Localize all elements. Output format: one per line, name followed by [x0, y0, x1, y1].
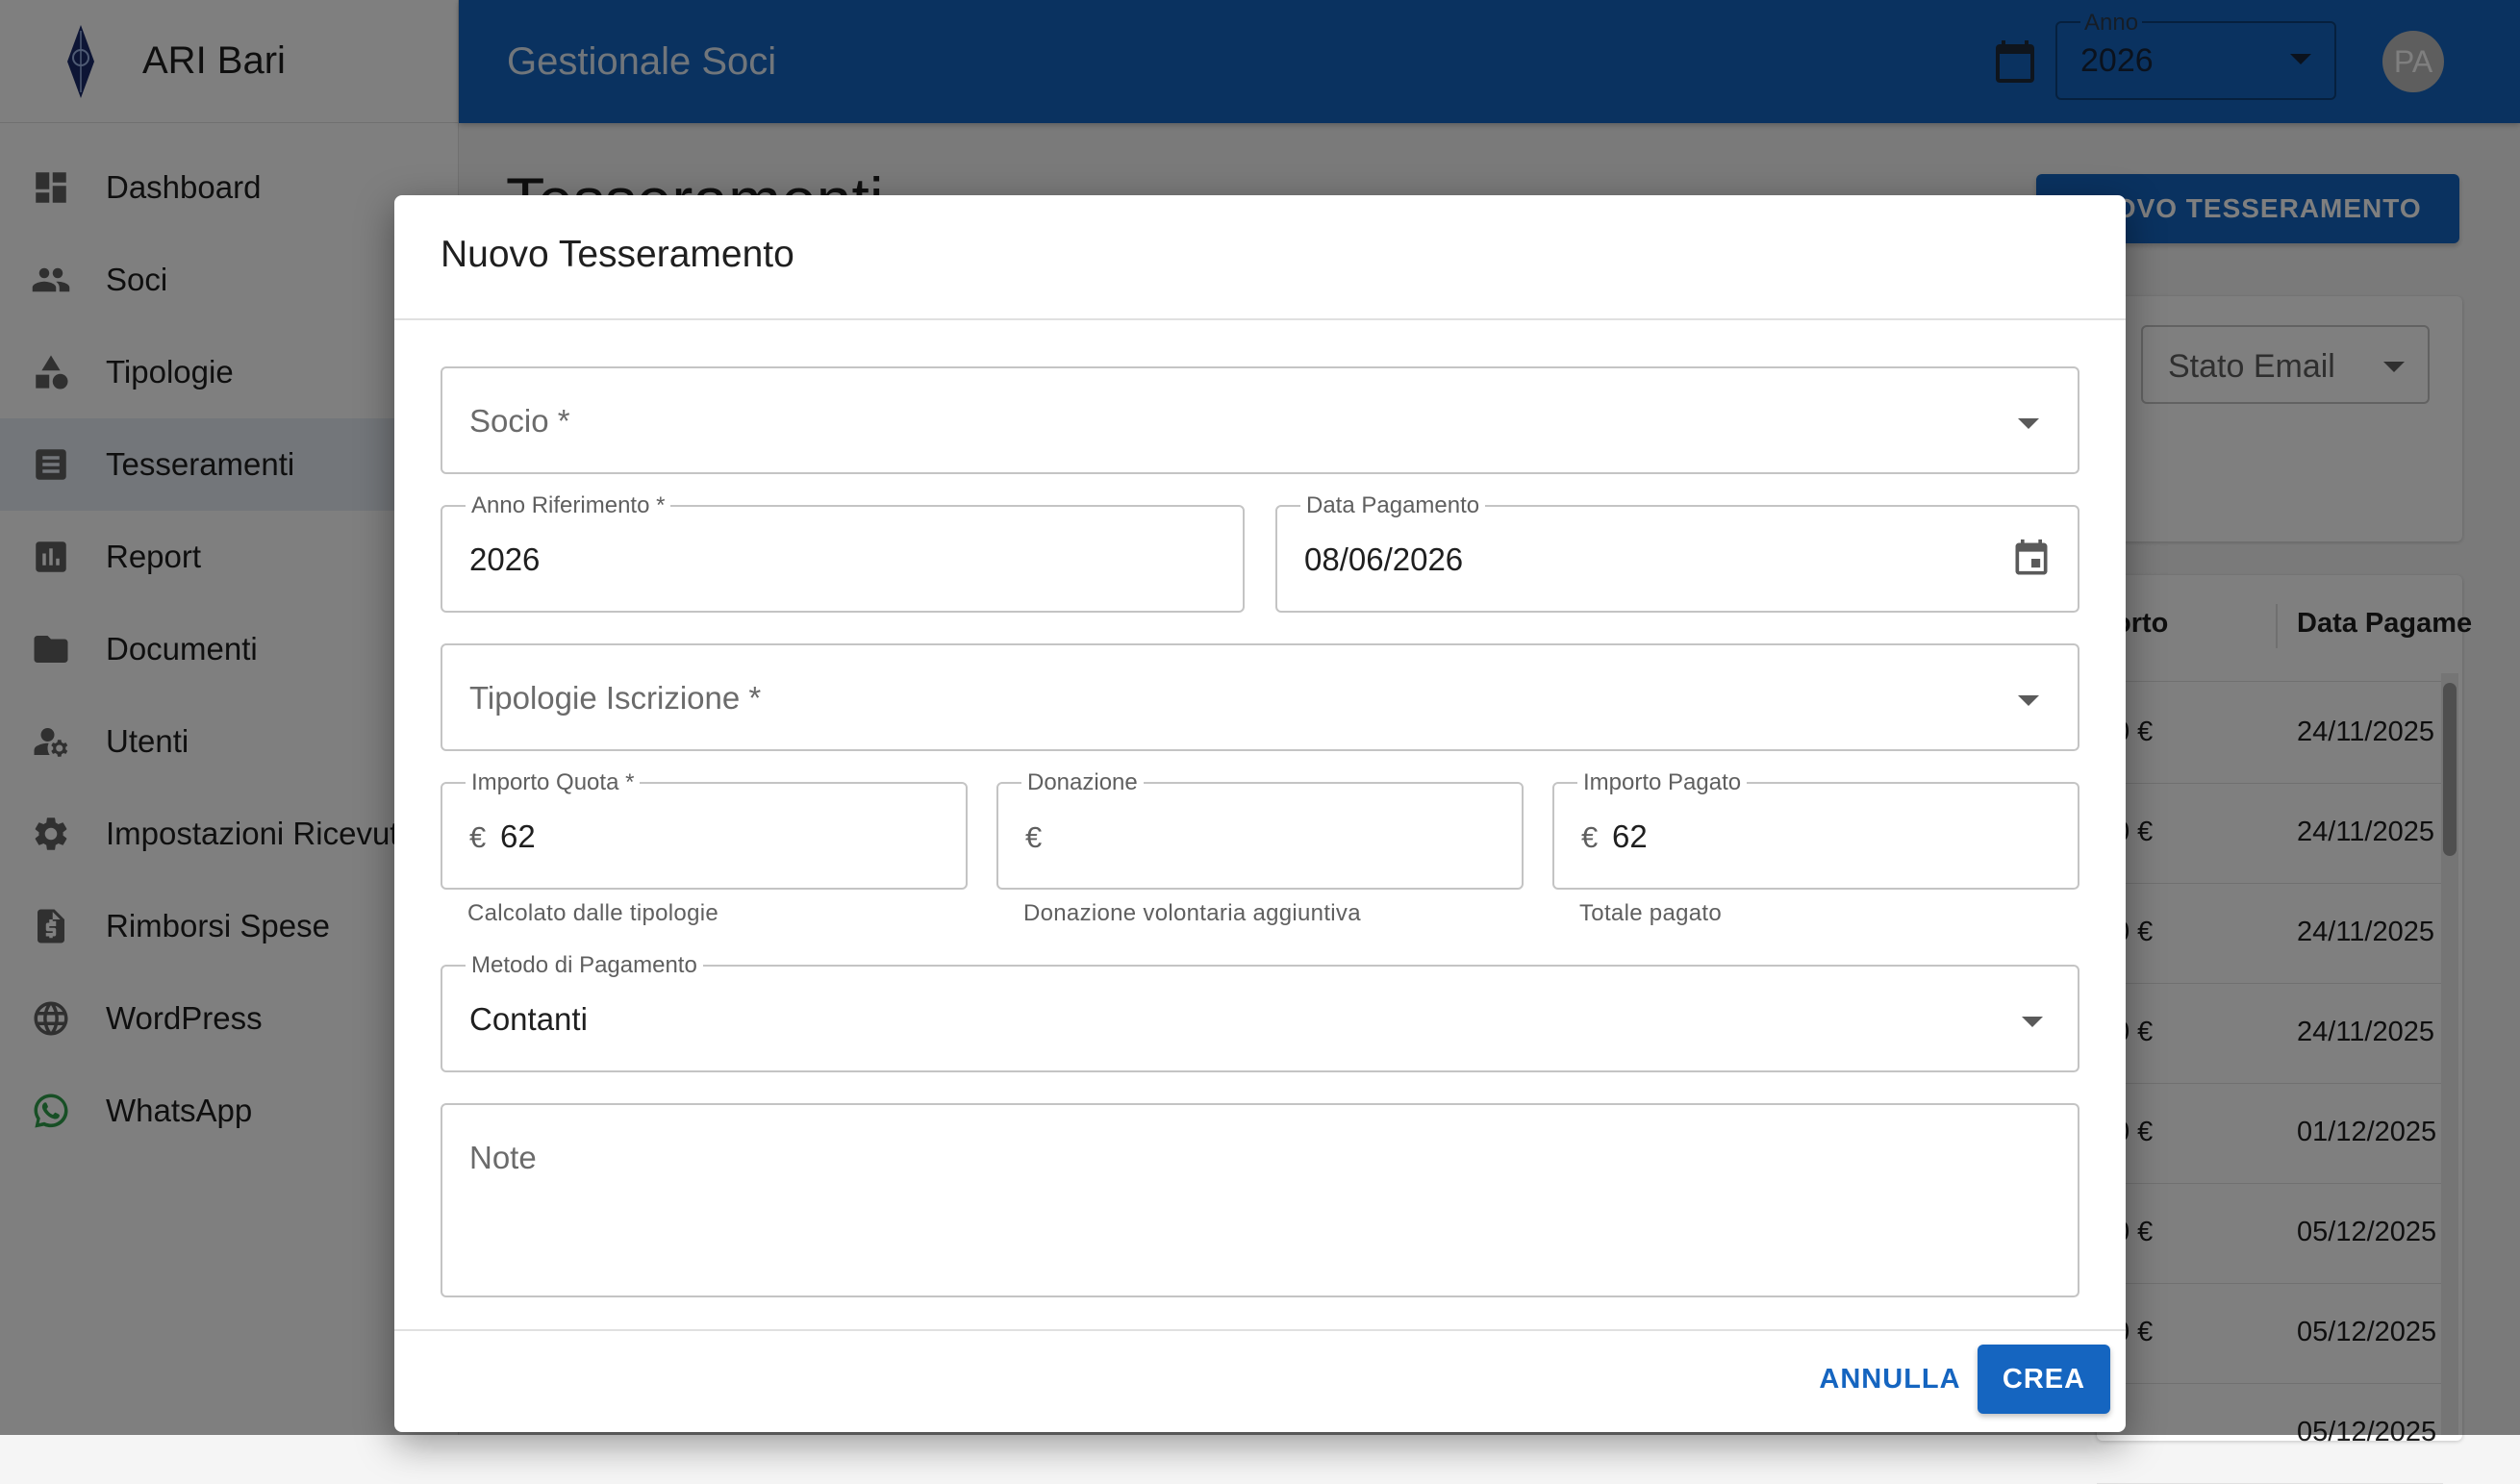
importo-pagato-field[interactable]: Importo Pagato € 62: [1552, 769, 2079, 890]
importo-pagato-helper: Totale pagato: [1579, 900, 1723, 926]
chevron-down-icon: [2018, 418, 2039, 429]
socio-select[interactable]: Socio *: [441, 366, 2079, 474]
metodo-pagamento-label: Metodo di Pagamento: [466, 952, 703, 979]
chevron-down-icon: [2018, 695, 2039, 706]
dialog-footer-divider: [394, 1329, 2126, 1331]
euro-adornment: €: [1025, 820, 1043, 854]
anno-riferimento-field[interactable]: Anno Riferimento * 2026: [441, 492, 1245, 613]
new-tesseramento-dialog: Nuovo Tesseramento Socio * Anno Riferime…: [394, 195, 2126, 1432]
tipologie-iscrizione-placeholder: Tipologie Iscrizione *: [469, 680, 762, 716]
donazione-helper: Donazione volontaria aggiuntiva: [1023, 900, 1361, 926]
metodo-pagamento-value: Contanti: [469, 1001, 588, 1037]
importo-pagato-value: 62: [1612, 818, 1648, 854]
importo-quota-label: Importo Quota *: [466, 769, 641, 796]
dialog-header-divider: [394, 318, 2126, 320]
note-textarea[interactable]: Note: [441, 1103, 2079, 1297]
anno-riferimento-label: Anno Riferimento *: [466, 492, 671, 519]
metodo-pagamento-select[interactable]: Metodo di Pagamento Contanti: [441, 952, 2079, 1072]
cancel-button[interactable]: ANNULLA: [1808, 1345, 1972, 1414]
chevron-down-icon: [2022, 1017, 2043, 1027]
importo-pagato-label: Importo Pagato: [1577, 769, 1748, 796]
donazione-label: Donazione: [1021, 769, 1144, 796]
importo-quota-helper: Calcolato dalle tipologie: [467, 900, 718, 926]
anno-riferimento-value: 2026: [469, 541, 541, 577]
note-placeholder: Note: [469, 1140, 537, 1175]
data-pagamento-value: 08/06/2026: [1304, 541, 1464, 577]
donazione-field[interactable]: Donazione €: [996, 769, 1524, 890]
euro-adornment: €: [1581, 820, 1599, 854]
create-button[interactable]: CREA: [1978, 1345, 2110, 1414]
dialog-title: Nuovo Tesseramento: [441, 234, 794, 275]
tipologie-iscrizione-select[interactable]: Tipologie Iscrizione *: [441, 643, 2079, 751]
data-pagamento-field[interactable]: Data Pagamento 08/06/2026: [1275, 492, 2079, 613]
data-pagamento-label: Data Pagamento: [1300, 492, 1486, 519]
calendar-icon[interactable]: [2010, 538, 2053, 580]
socio-placeholder: Socio *: [469, 403, 570, 439]
importo-quota-value: 62: [500, 818, 536, 854]
importo-quota-field[interactable]: Importo Quota * € 62: [441, 769, 968, 890]
euro-adornment: €: [469, 820, 487, 854]
